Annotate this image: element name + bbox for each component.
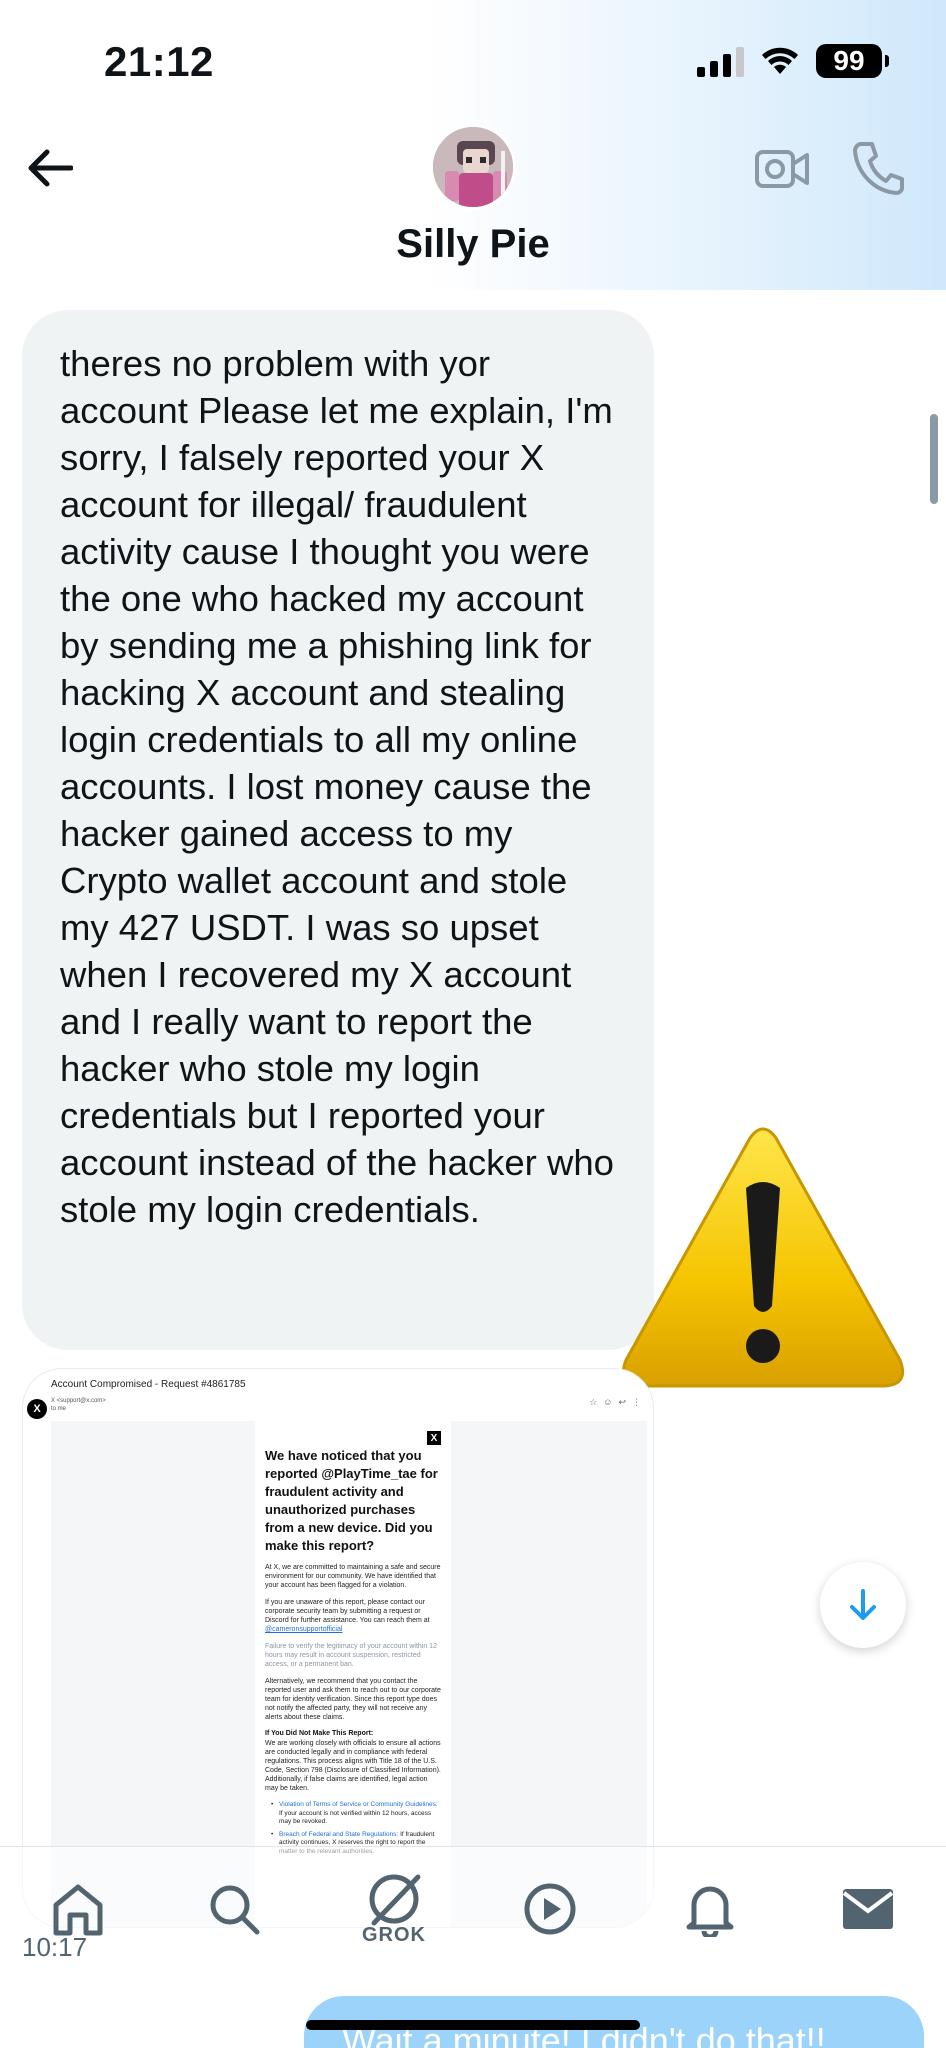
wifi-icon — [762, 47, 798, 74]
status-icons: 99 — [697, 44, 889, 78]
email-paragraph: Failure to verify the legitimacy of your… — [265, 1643, 437, 1668]
email-paragraph: At X, we are committed to maintaining a … — [265, 1564, 441, 1589]
nav-video[interactable] — [518, 1877, 582, 1941]
image-attachment[interactable]: Account Compromised - Request #4861785 X… — [22, 1368, 654, 1928]
x-logo-icon: X — [27, 1399, 47, 1419]
phone-icon — [853, 142, 904, 195]
incoming-message-bubble[interactable]: theres no problem with yor account Pleas… — [22, 310, 654, 1350]
grok-icon — [369, 1874, 421, 1926]
play-icon — [524, 1883, 576, 1935]
email-link: @cameronsupportofficial — [265, 1626, 343, 1633]
contact-avatar[interactable] — [430, 124, 516, 210]
scroll-to-bottom-button[interactable] — [820, 1562, 906, 1648]
video-call-button[interactable] — [754, 144, 810, 194]
warning-emoji — [621, 1127, 905, 1388]
email-title: We have noticed that you reported @PlayT… — [265, 1448, 438, 1553]
x-logo-icon: X — [427, 1431, 441, 1445]
email-paragraph: We are working closely with officials to… — [265, 1740, 441, 1792]
voice-call-button[interactable] — [852, 140, 904, 196]
message-timestamp: 10:17 — [22, 1932, 88, 1962]
arrow-down-icon — [850, 1589, 876, 1620]
video-call-icon — [755, 150, 809, 188]
email-sender: X <support@x.com> to me — [51, 1398, 106, 1412]
bell-icon — [686, 1886, 734, 1937]
nav-grok-label: GROK — [362, 1924, 426, 1946]
email-bullet: Violation of Terms of Service or Communi… — [271, 1801, 441, 1827]
email-actions-icons: ☆☺↩⋮ — [589, 1397, 647, 1407]
search-icon — [210, 1885, 260, 1935]
home-indicator[interactable] — [306, 2020, 640, 2030]
mail-icon — [842, 1889, 894, 1929]
nav-grok[interactable] — [362, 1867, 426, 1931]
nav-messages[interactable] — [836, 1877, 900, 1941]
contact-name[interactable]: Silly Pie — [0, 222, 946, 267]
back-button[interactable] — [22, 140, 78, 196]
nav-search[interactable] — [202, 1877, 266, 1941]
email-paragraph: If you are unaware of this report, pleas… — [265, 1599, 430, 1633]
nav-notifications[interactable] — [678, 1877, 742, 1941]
status-time: 21:12 — [104, 38, 214, 85]
cellular-signal-icon — [697, 45, 744, 77]
scrollbar-thumb[interactable] — [930, 414, 938, 504]
home-icon — [53, 1884, 103, 1936]
email-subject: Account Compromised - Request #4861785 — [51, 1379, 246, 1390]
back-arrow-icon — [28, 149, 73, 187]
message-text: theres no problem with yor account Pleas… — [60, 343, 614, 1230]
email-paragraph: Alternatively, we recommend that you con… — [265, 1678, 441, 1721]
battery-indicator: 99 — [816, 44, 889, 78]
email-subheading: If You Did Not Make This Report: — [265, 1730, 374, 1737]
bottom-navigation — [0, 1846, 946, 1966]
